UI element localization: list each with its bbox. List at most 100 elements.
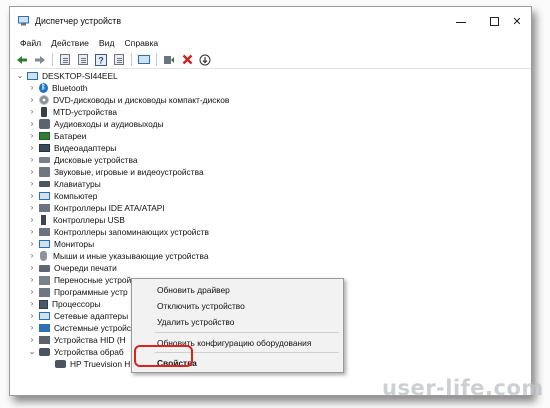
close-button[interactable]: ✕ (501, 7, 531, 35)
chevron-right-icon[interactable]: › (28, 166, 36, 178)
chevron-right-icon[interactable]: › (28, 274, 36, 286)
tree-item-mice[interactable]: › Мыши и иные указывающие устройства (28, 250, 531, 262)
chevron-right-icon[interactable]: › (28, 118, 36, 130)
chevron-right-icon[interactable]: › (28, 214, 36, 226)
tree-item-disk-drives[interactable]: › Дисковые устройства (28, 154, 531, 166)
tree-item-display-adapters[interactable]: › Видеоадаптеры (28, 142, 531, 154)
chevron-right-icon[interactable]: › (28, 226, 36, 238)
tree-item-sound[interactable]: › Звуковые, игровые и видеоустройства (28, 166, 531, 178)
tree-item-ide[interactable]: › Контроллеры IDE ATA/ATAPI (28, 202, 531, 214)
monitor-icon (138, 55, 150, 64)
chevron-right-icon[interactable]: › (28, 190, 36, 202)
update-driver-button[interactable] (161, 52, 177, 68)
tree-item-audio-io[interactable]: › Аудиовходы и аудиовыходы (28, 118, 531, 130)
speaker-icon (39, 167, 50, 177)
chevron-right-icon[interactable]: › (28, 178, 36, 190)
tree-item-monitors[interactable]: › Мониторы (28, 238, 531, 250)
chevron-down-icon[interactable]: ⌄ (28, 346, 36, 358)
ide-controller-icon (39, 204, 50, 212)
chevron-right-icon[interactable]: › (28, 130, 36, 142)
tree-root-label: DESKTOP-SI44EEL (42, 71, 118, 81)
chevron-right-icon[interactable]: › (28, 106, 36, 118)
storage-controller-icon (39, 228, 50, 236)
chevron-right-icon[interactable]: › (28, 82, 36, 94)
display-adapter-icon (39, 144, 50, 152)
toolbar: ? (10, 51, 531, 69)
chevron-right-icon[interactable]: › (28, 286, 36, 298)
list-icon (78, 54, 88, 65)
properties-button[interactable] (57, 52, 73, 68)
list-button[interactable] (75, 52, 91, 68)
close-icon: ✕ (512, 15, 522, 28)
phone-icon (41, 107, 47, 117)
context-disable-device[interactable]: Отключить устройство (132, 298, 343, 313)
printer-icon (39, 264, 50, 272)
maximize-icon (489, 16, 499, 26)
chevron-right-icon[interactable]: › (28, 250, 36, 262)
webcam-icon (55, 360, 66, 368)
watermark: user-life.com (382, 376, 544, 400)
tree-item-label: Компьютер (54, 191, 98, 201)
context-update-driver[interactable]: Обновить драйвер (132, 282, 343, 297)
window-title: Диспетчер устройств (35, 16, 122, 26)
chevron-down-icon[interactable]: ⌄ (16, 70, 24, 82)
title-bar: Диспетчер устройств ✕ (10, 7, 531, 35)
tree-item-label: Мыши и иные указывающие устройства (53, 251, 209, 261)
chevron-right-icon[interactable]: › (28, 334, 36, 346)
chevron-right-icon[interactable]: › (28, 322, 36, 334)
chevron-right-icon[interactable]: › (28, 94, 36, 106)
tree-item-label: Переносные устрой (54, 275, 132, 285)
scan-hardware-button[interactable] (136, 52, 152, 68)
properties-highlight-frame (134, 345, 193, 367)
chevron-right-icon[interactable]: › (28, 154, 36, 166)
processor-icon (39, 299, 48, 309)
context-separator (155, 332, 339, 333)
tree-item-label: Сетевые адаптеры (54, 311, 129, 321)
minimize-button[interactable] (444, 7, 478, 35)
help-button[interactable]: ? (93, 52, 109, 68)
remove-device-button[interactable] (179, 52, 195, 68)
chevron-right-icon[interactable]: › (28, 142, 36, 154)
details-button[interactable] (111, 52, 127, 68)
chevron-right-icon[interactable]: › (28, 202, 36, 214)
back-button[interactable] (14, 52, 30, 68)
tree-item-label: Устройства HID (H (54, 335, 126, 345)
svg-text:?: ? (98, 55, 104, 65)
menu-action[interactable]: Действие (46, 38, 94, 48)
chevron-right-icon[interactable]: › (28, 262, 36, 274)
context-uninstall-device[interactable]: Удалить устройство (132, 314, 343, 329)
tree-item-label: Контроллеры USB (53, 215, 125, 225)
tree-item-print-queues[interactable]: › Очереди печати (28, 262, 531, 274)
audio-io-icon (39, 119, 50, 129)
tree-root[interactable]: ⌄ DESKTOP-SI44EEL (16, 70, 531, 82)
tree-item-computer[interactable]: › Компьютер (28, 190, 531, 202)
tree-item-keyboards[interactable]: › Клавиатуры (28, 178, 531, 190)
chevron-right-icon[interactable]: › (28, 298, 36, 310)
forward-button[interactable] (32, 52, 48, 68)
portable-device-icon (39, 275, 50, 285)
menu-file[interactable]: Файл (15, 38, 46, 48)
tree-item-bluetooth[interactable]: › ᛒ Bluetooth (28, 82, 531, 94)
chevron-right-icon[interactable]: › (28, 238, 36, 250)
minimize-icon (456, 21, 466, 23)
menu-help[interactable]: Справка (119, 38, 163, 48)
tree-item-label: Батареи (54, 131, 87, 141)
forward-icon (35, 55, 45, 64)
usb-icon (41, 215, 46, 225)
tree-item-label: Контроллеры IDE ATA/ATAPI (54, 203, 165, 213)
tree-item-usb[interactable]: › Контроллеры USB (28, 214, 531, 226)
tree-item-label: Дисковые устройства (54, 155, 138, 165)
details-icon (114, 54, 124, 65)
menu-bar: Файл Действие Вид Справка (10, 34, 531, 51)
tree-item-batteries[interactable]: › Батареи (28, 130, 531, 142)
tree-item-dvd[interactable]: › DVD-дисководы и дисководы компакт-диск… (28, 94, 531, 106)
tree-item-mtd[interactable]: › MTD-устройства (28, 106, 531, 118)
download-button[interactable] (197, 52, 213, 68)
menu-view[interactable]: Вид (94, 38, 120, 48)
camera-icon (39, 348, 50, 356)
bluetooth-icon: ᛒ (39, 83, 48, 93)
tree-item-storage-controllers[interactable]: › Контроллеры запоминающих устройств (28, 226, 531, 238)
properties-icon (60, 54, 70, 65)
computer-icon (27, 72, 38, 80)
chevron-right-icon[interactable]: › (28, 310, 36, 322)
